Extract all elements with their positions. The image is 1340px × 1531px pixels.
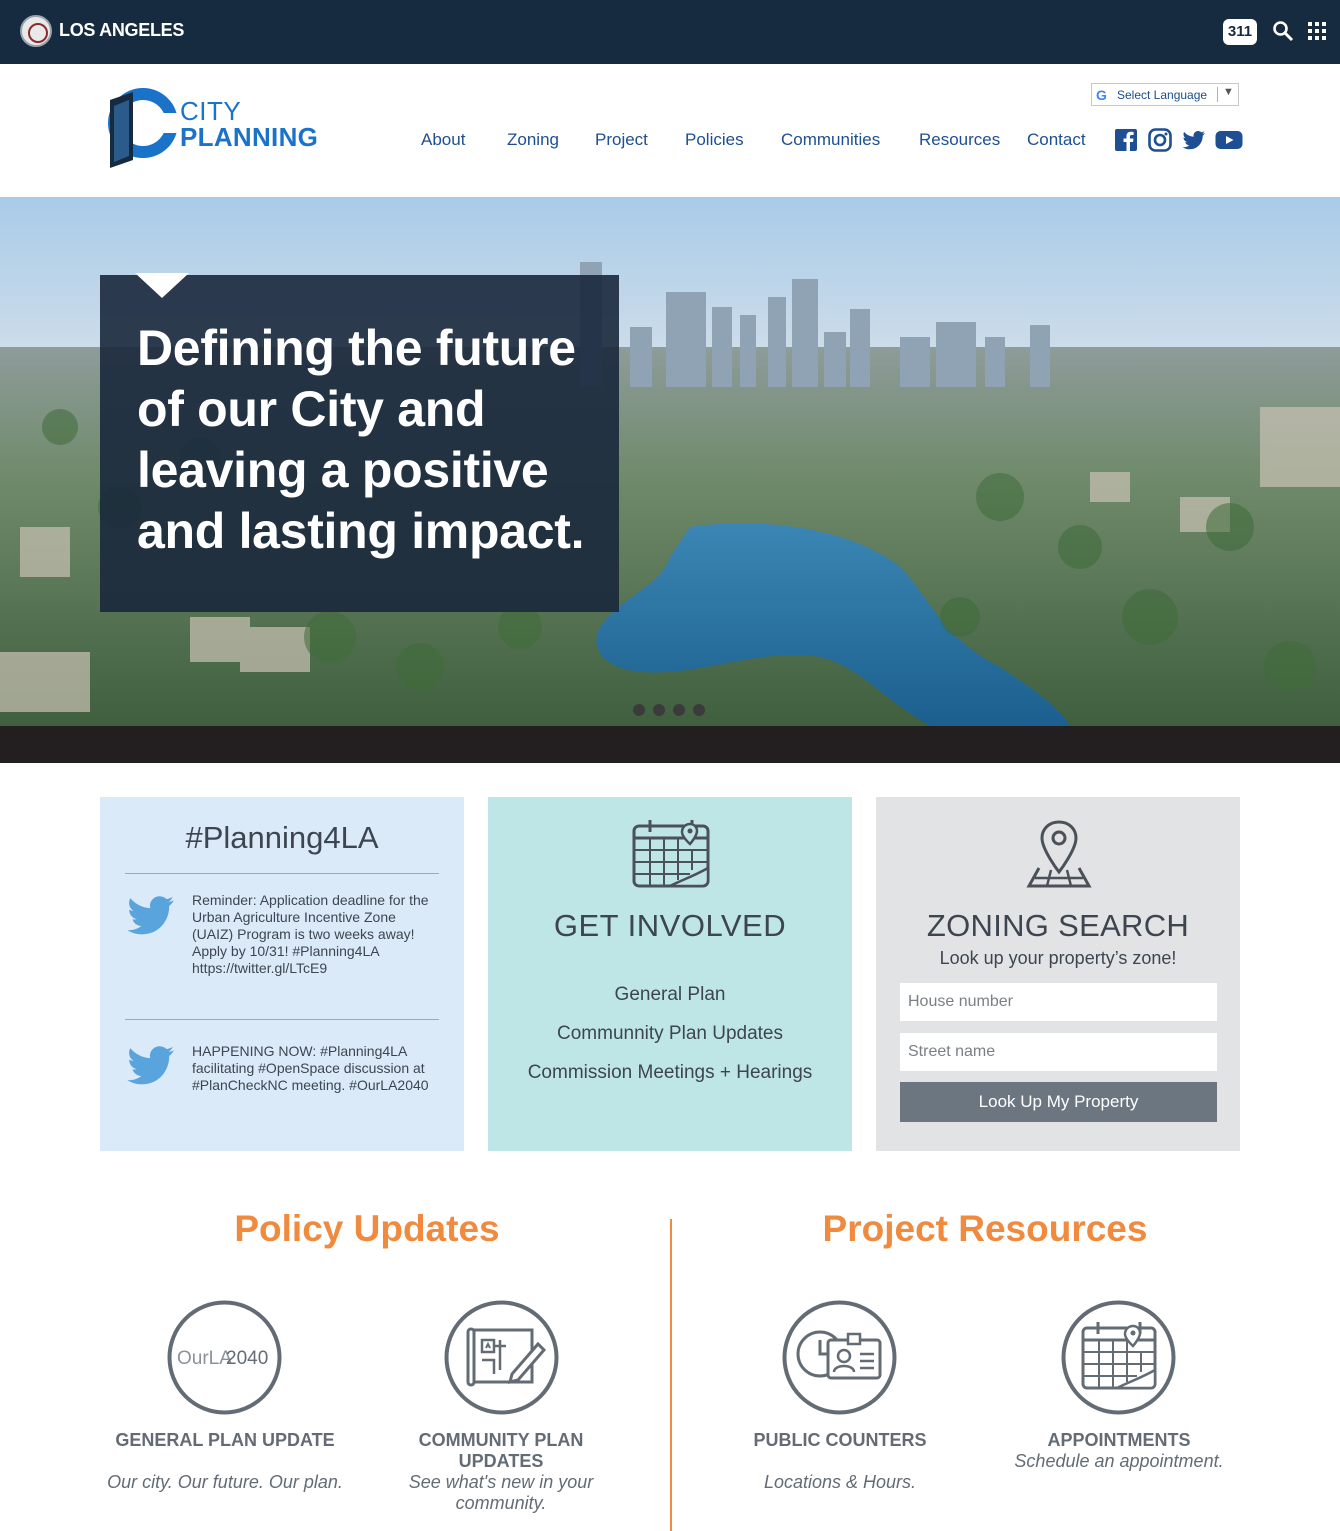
twitter-bird-icon (127, 1046, 174, 1085)
project-resources-title: Project Resources (822, 1208, 1148, 1249)
twitter-icon[interactable] (1181, 128, 1207, 152)
la-seal-icon[interactable] (20, 15, 52, 47)
hero-bottom-band (0, 726, 1340, 763)
community-plan-updates-title[interactable]: COMMUNITY PLAN UPDATES (381, 1430, 621, 1472)
city-planning-logo-icon[interactable] (100, 86, 180, 170)
tweet-text[interactable]: HAPPENING NOW: #Planning4LA facilitating… (192, 1043, 432, 1094)
general-plan-update-subtitle: Our city. Our future. Our plan. (107, 1472, 343, 1492)
calendar-map-icon (632, 820, 710, 888)
appointments-subtitle: Schedule an appointment. (1014, 1451, 1224, 1471)
zoning-search-title: ZONING SEARCH (926, 908, 1190, 943)
public-counters-title[interactable]: PUBLIC COUNTERS (720, 1430, 960, 1451)
divider (125, 873, 439, 874)
dropdown-arrow-icon: ▼ (1223, 86, 1234, 98)
link-community-plan-updates[interactable]: Communnity Plan Updates (488, 1023, 852, 1045)
ourla-logo-text: OurLA (177, 1348, 232, 1369)
facebook-icon[interactable] (1113, 128, 1139, 152)
map-pin-icon (1026, 820, 1092, 888)
get-involved-title: GET INVOLVED (553, 908, 787, 943)
ourla2040-icon[interactable]: OurLA 2040 (167, 1300, 282, 1415)
carousel-dot[interactable] (673, 704, 685, 716)
appointments-title[interactable]: APPOINTMENTS (999, 1430, 1239, 1451)
id-badge-clock-icon[interactable] (782, 1300, 897, 1415)
community-plan-updates-subtitle: See what's new in your community. (408, 1472, 594, 1513)
language-select[interactable]: G Select Language ▼ (1091, 83, 1239, 106)
nav-resources[interactable]: Resources (919, 130, 1000, 150)
carousel-dot[interactable] (653, 704, 665, 716)
nav-zoning[interactable]: Zoning (507, 130, 559, 150)
divider (125, 1019, 439, 1020)
carousel-dot[interactable] (693, 704, 705, 716)
youtube-icon[interactable] (1215, 128, 1243, 152)
section-divider (670, 1219, 672, 1531)
nav-project[interactable]: Project (595, 130, 648, 150)
button-311[interactable]: 311 (1223, 19, 1257, 45)
carousel-dot[interactable] (633, 704, 645, 716)
nav-contact[interactable]: Contact (1027, 130, 1086, 150)
public-counters-subtitle: Locations & Hours. (763, 1472, 917, 1492)
search-icon[interactable] (1272, 20, 1294, 42)
planning4la-title[interactable]: #Planning4LA (100, 820, 464, 856)
zoning-search-subtitle: Look up your property’s zone! (939, 948, 1177, 968)
language-select-label: Select Language (1117, 88, 1208, 102)
top-bar (0, 0, 1340, 64)
logo-planning-text[interactable]: PLANNING (180, 122, 318, 153)
general-plan-update-title[interactable]: GENERAL PLAN UPDATE (105, 1430, 345, 1451)
divider (1217, 87, 1218, 102)
google-icon: G (1096, 87, 1107, 103)
nav-about[interactable]: About (421, 130, 465, 150)
twitter-bird-icon (127, 896, 174, 935)
city-name[interactable]: LOS ANGELES (59, 20, 184, 41)
house-number-input[interactable] (900, 983, 1217, 1021)
nav-communities[interactable]: Communities (781, 130, 880, 150)
look-up-property-button[interactable]: Look Up My Property (900, 1082, 1217, 1122)
blueprint-icon[interactable] (444, 1300, 559, 1415)
nav-policies[interactable]: Policies (685, 130, 744, 150)
apps-grid-icon[interactable] (1308, 22, 1326, 40)
link-general-plan[interactable]: General Plan (488, 984, 852, 1006)
instagram-icon[interactable] (1147, 128, 1173, 152)
hero-headline: Defining the future of our City and leav… (137, 320, 585, 559)
ourla-logo-year: 2040 (226, 1348, 268, 1369)
hero-panel-notch (135, 273, 189, 298)
tweet-text[interactable]: Reminder: Application deadline for the U… (192, 892, 432, 977)
link-commission-meetings[interactable]: Commission Meetings + Hearings (488, 1062, 852, 1084)
carousel-dots[interactable] (633, 704, 705, 716)
policy-updates-title: Policy Updates (234, 1208, 500, 1249)
appointment-calendar-icon[interactable] (1061, 1300, 1176, 1415)
street-name-input[interactable] (900, 1033, 1217, 1071)
